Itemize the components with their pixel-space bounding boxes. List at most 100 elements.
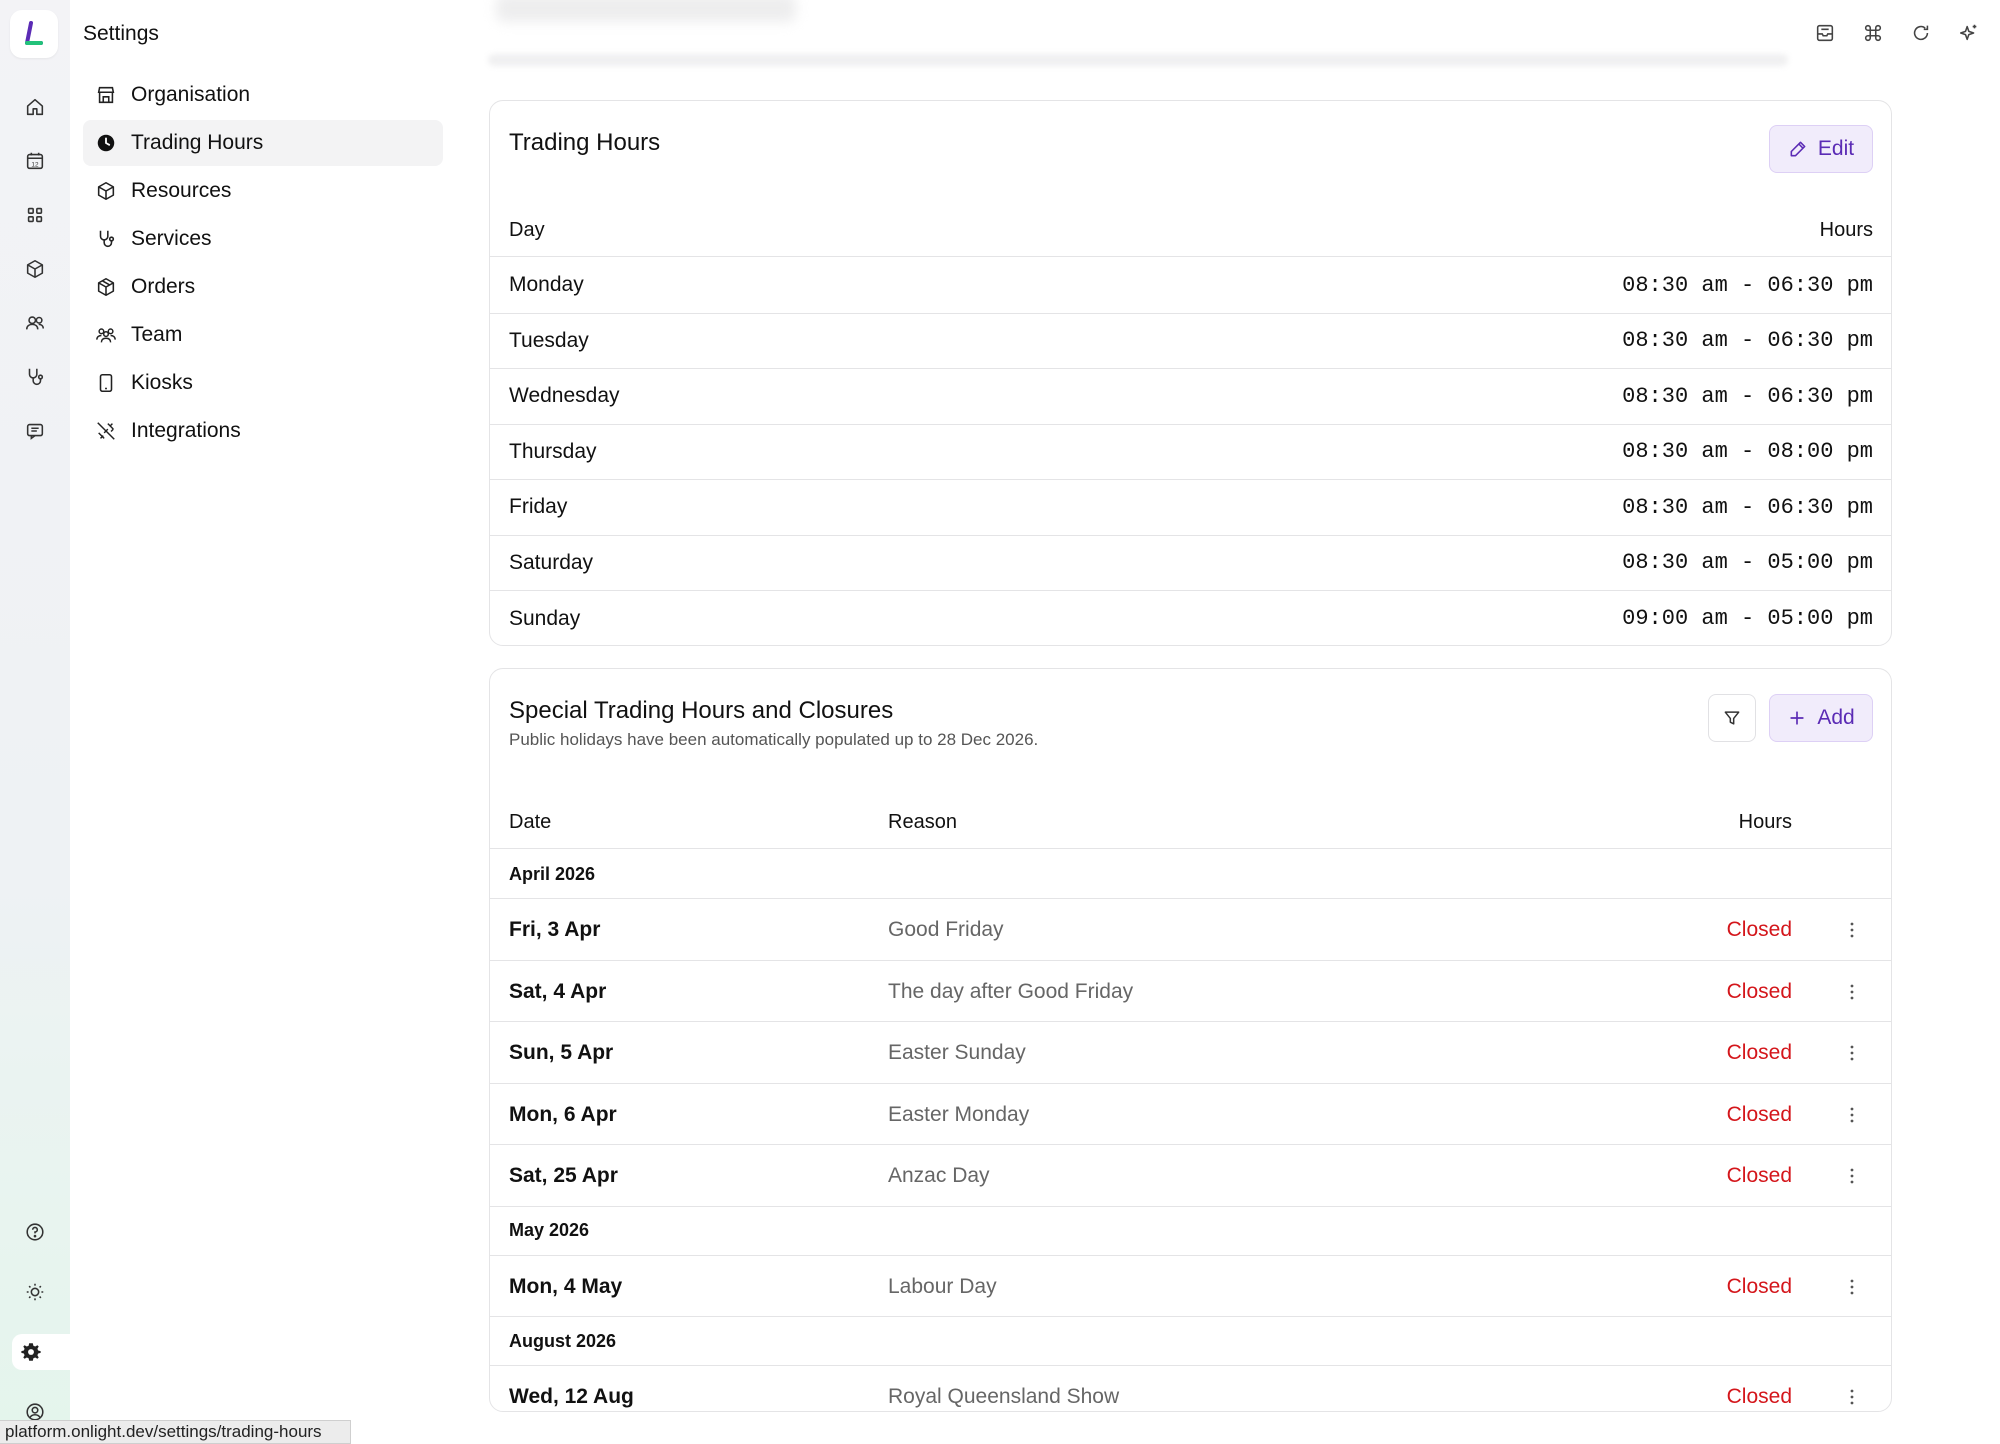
refresh-icon[interactable] [1908, 20, 1934, 46]
date: Mon, 4 May [509, 1274, 623, 1298]
status-closed: Closed [1726, 1164, 1792, 1187]
logo-icon [25, 21, 43, 45]
sparkle-icon[interactable] [1956, 20, 1982, 46]
nav-label: Team [131, 323, 183, 346]
day: Monday [509, 273, 584, 297]
plus-icon [1790, 711, 1804, 725]
status-closed: Closed [1726, 1274, 1792, 1298]
hours: 08:30 am - 06:30 pm [1622, 494, 1873, 520]
nav-label: Kiosks [131, 371, 193, 394]
add-button[interactable]: Add [1769, 694, 1873, 742]
special-hours-header: Date Reason Hours [490, 793, 1891, 849]
team-icon [96, 328, 116, 343]
reason: The day after Good Friday [888, 979, 1134, 1003]
top-toolbar [1812, 20, 1982, 46]
trading-hours-rows: Monday 08:30 am - 06:30 pm Tuesday 08:30 a… [490, 258, 1891, 647]
command-icon[interactable] [1860, 20, 1886, 46]
table-row: Thursday 08:30 am - 08:00 pm [490, 425, 1891, 480]
nav-item-services[interactable]: Services [83, 216, 443, 262]
status-closed: Closed [1726, 1102, 1792, 1126]
box-icon[interactable] [17, 251, 53, 287]
more-vertical-icon[interactable] [1843, 1165, 1861, 1187]
nav-label: Orders [131, 275, 196, 298]
tablet-icon [99, 373, 113, 393]
more-vertical-icon[interactable] [1843, 919, 1861, 941]
table-row[interactable]: Sun, 5 Apr Easter Sunday Closed [490, 1022, 1891, 1084]
date: Sun, 5 Apr [509, 1041, 614, 1064]
edit-button[interactable]: Edit [1769, 125, 1873, 173]
nav-label: Trading Hours [131, 131, 264, 154]
hours: 08:30 am - 05:00 pm [1622, 550, 1873, 576]
sun-icon[interactable] [17, 1274, 53, 1310]
hours: 08:30 am - 08:00 pm [1622, 439, 1873, 465]
month-group-header: August 2026 [490, 1317, 1891, 1366]
special-hours-card: Special Trading Hours and Closures Publi… [489, 668, 1892, 1412]
reason: Labour Day [888, 1274, 997, 1298]
date: Sat, 25 Apr [509, 1164, 618, 1187]
table-row: Monday 08:30 am - 06:30 pm [490, 258, 1891, 314]
table-row[interactable]: Sat, 25 Apr Anzac Day Closed [490, 1145, 1891, 1207]
filter-button[interactable] [1708, 694, 1756, 742]
nav-item-orders[interactable]: Orders [83, 264, 443, 310]
app-logo[interactable] [10, 10, 58, 58]
grid-icon[interactable] [17, 197, 53, 233]
nav-label: Organisation [131, 83, 251, 106]
col-date: Date [509, 811, 552, 833]
settings-nav: Organisation Trading Hours Resources Ser… [83, 72, 443, 456]
pencil-icon [1790, 141, 1806, 157]
more-vertical-icon[interactable] [1843, 1276, 1861, 1298]
day: Friday [509, 495, 568, 519]
settings-title: Settings [83, 22, 159, 45]
store-icon [97, 86, 115, 104]
icon-rail: 12 [0, 0, 70, 1444]
month-group-header: April 2026 [490, 850, 1891, 899]
trading-hours-header: Day Hours [490, 205, 1891, 257]
nav-item-trading-hours[interactable]: Trading Hours [83, 120, 443, 166]
url-status-bar: platform.onlight.dev/settings/trading-ho… [0, 1420, 351, 1444]
table-row[interactable]: Mon, 6 Apr Easter Monday Closed [490, 1084, 1891, 1145]
edit-label: Edit [1817, 137, 1855, 160]
day: Wednesday [509, 384, 620, 408]
home-icon[interactable] [17, 89, 53, 125]
stethoscope-icon[interactable] [17, 359, 53, 395]
package-icon [97, 277, 115, 297]
more-vertical-icon[interactable] [1843, 1104, 1861, 1126]
more-vertical-icon[interactable] [1843, 1042, 1861, 1064]
special-hours-subtitle: Public holidays have been automatically … [509, 730, 1039, 749]
table-row[interactable]: Wed, 12 Aug Royal Queensland Show Closed [490, 1366, 1891, 1428]
trading-hours-title: Trading Hours [509, 129, 661, 156]
date: Sat, 4 Apr [509, 979, 607, 1003]
table-row[interactable]: Sat, 4 Apr The day after Good Friday Clo… [490, 961, 1891, 1022]
day: Thursday [509, 439, 597, 463]
nav-item-integrations[interactable]: Integrations [83, 408, 443, 454]
box-icon [97, 181, 115, 201]
date: Fri, 3 Apr [509, 918, 601, 941]
calendar-icon[interactable]: 12 [17, 143, 53, 179]
reason: Good Friday [888, 918, 1004, 941]
reason: Royal Queensland Show [888, 1385, 1120, 1408]
table-row[interactable]: Mon, 4 May Labour Day Closed [490, 1256, 1891, 1317]
clock-icon [97, 134, 115, 152]
col-reason: Reason [888, 811, 957, 833]
more-vertical-icon[interactable] [1843, 1386, 1861, 1408]
help-icon[interactable] [17, 1214, 53, 1250]
nav-item-team[interactable]: Team [83, 312, 443, 358]
users-icon[interactable] [17, 305, 53, 341]
status-closed: Closed [1726, 918, 1792, 941]
nav-item-resources[interactable]: Resources [83, 168, 443, 214]
message-icon[interactable] [17, 413, 53, 449]
plug-icon [97, 422, 115, 440]
table-row[interactable]: Fri, 3 Apr Good Friday Closed [490, 899, 1891, 961]
inbox-icon[interactable] [1812, 20, 1838, 46]
reason: Easter Monday [888, 1102, 1030, 1126]
status-closed: Closed [1726, 979, 1792, 1003]
gear-icon[interactable] [12, 1334, 70, 1370]
hours: 09:00 am - 05:00 pm [1622, 606, 1873, 632]
col-day: Day [509, 219, 545, 241]
col-hours: Hours [1738, 811, 1792, 833]
special-hours-rows: April 2026 Fri, 3 Apr Good Friday Closed… [490, 850, 1891, 1428]
nav-item-kiosks[interactable]: Kiosks [83, 360, 443, 406]
more-vertical-icon[interactable] [1843, 981, 1861, 1003]
nav-item-organisation[interactable]: Organisation [83, 72, 443, 118]
svg-text:12: 12 [31, 162, 39, 169]
